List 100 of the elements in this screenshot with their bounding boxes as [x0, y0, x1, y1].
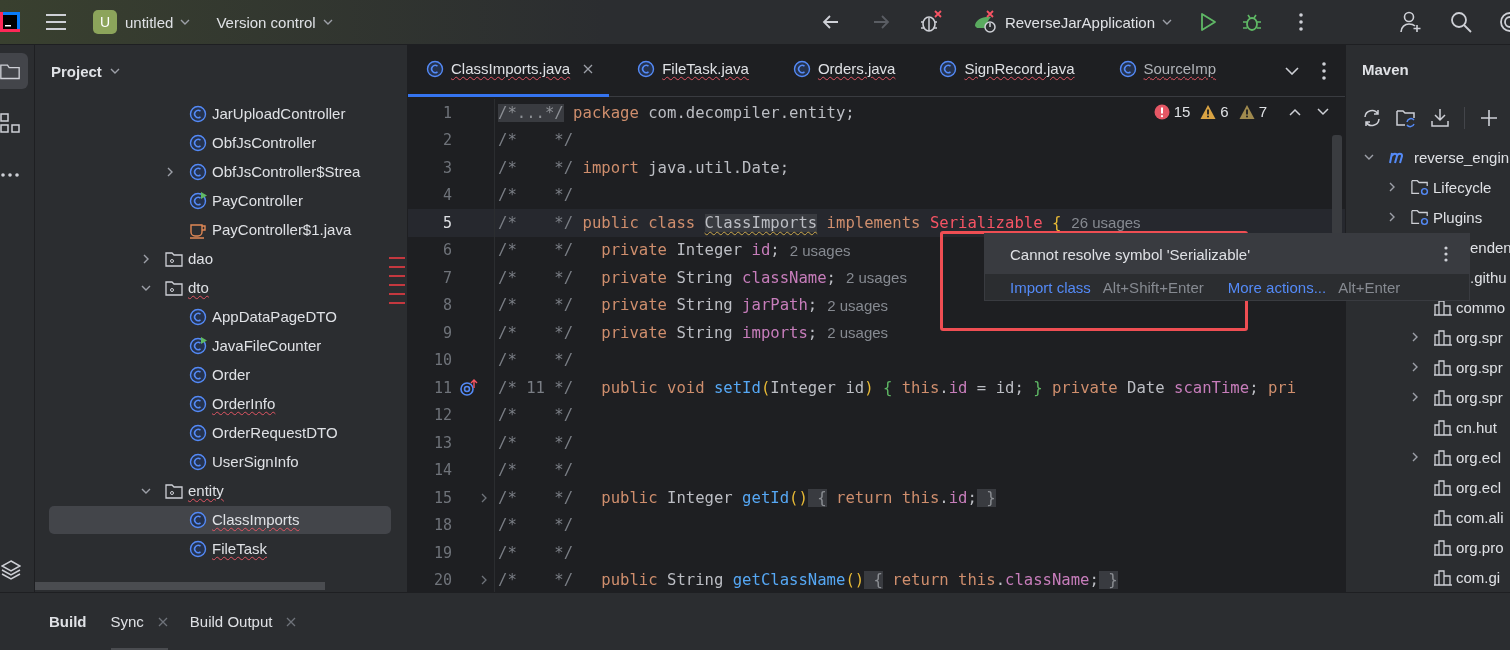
chevron-icon[interactable]	[1387, 212, 1397, 222]
run-icon[interactable]	[1198, 12, 1218, 32]
maven-tree-item[interactable]: org.ecl	[1456, 448, 1502, 466]
tree-item-label[interactable]: dto	[188, 275, 209, 301]
tree-item-label[interactable]: Order	[212, 362, 251, 388]
tree-row[interactable]: ObfJsController$Strea	[49, 158, 391, 186]
scrollbar[interactable]	[1332, 135, 1342, 235]
bottom-tab[interactable]: Build Output	[189, 592, 297, 650]
version-control-dropdown[interactable]: Version control	[212, 13, 337, 31]
tree-row[interactable]: entity	[49, 477, 391, 505]
more-icon[interactable]	[1321, 60, 1327, 81]
tree-item-label[interactable]: FileTask	[212, 536, 267, 562]
tree-item-label[interactable]: AppDataPageDTO	[212, 304, 337, 330]
tree-item-label[interactable]: PayController$1.java	[212, 217, 352, 243]
tree-item-label[interactable]: ObfJsController	[212, 130, 317, 156]
tree-item-label[interactable]: ClassImports	[212, 507, 300, 533]
layers-icon[interactable]	[1, 560, 21, 580]
maven-tree-item[interactable]: reverse_engin	[1414, 148, 1510, 166]
next-problem-icon[interactable]	[1317, 107, 1329, 116]
chevron-icon[interactable]	[141, 254, 151, 264]
chevron-icon[interactable]	[1410, 332, 1420, 342]
app-logo-icon[interactable]	[0, 12, 20, 32]
tree-item-label[interactable]: UserSignInfo	[212, 449, 299, 475]
maven-tree-item[interactable]: org.pro	[1456, 538, 1504, 556]
override-icon[interactable]	[460, 378, 478, 397]
tree-row[interactable]: FileTask	[49, 535, 391, 563]
tree-item-label[interactable]: OrderInfo	[212, 391, 276, 417]
chevron-icon[interactable]	[1410, 392, 1420, 402]
tree-item-label[interactable]: OrderRequestDTO	[212, 420, 338, 446]
maven-tree-item[interactable]: com.gi	[1456, 568, 1501, 586]
tree-item-label[interactable]: JavaFileCounter	[212, 333, 322, 359]
maven-tree-item[interactable]: org.ecl	[1456, 478, 1502, 496]
tree-row[interactable]: dto	[49, 274, 391, 302]
action-link[interactable]: More actions...	[1227, 278, 1327, 296]
more-icon[interactable]	[1443, 245, 1449, 263]
chevron-icon[interactable]	[1410, 452, 1420, 462]
maven-tree-item[interactable]: org.spr	[1456, 388, 1503, 406]
maven-tree-item[interactable]: org.spr	[1456, 358, 1503, 376]
maven-tree-item[interactable]: commo	[1456, 298, 1506, 316]
maven-tree-item[interactable]: org.spr	[1456, 328, 1503, 346]
maven-tree-item[interactable]: Lifecycle	[1433, 178, 1492, 196]
run-configuration-dropdown[interactable]: ReverseJarApplication	[1000, 13, 1176, 31]
project-switcher[interactable]: untitled	[121, 13, 195, 31]
chevron-icon[interactable]	[165, 167, 175, 177]
editor-tab[interactable]: ClassImports.java	[408, 44, 610, 97]
editor-tab[interactable]: FileTask.java	[619, 44, 765, 97]
chevron-icon[interactable]	[1387, 182, 1397, 192]
tree-row[interactable]: OrderRequestDTO	[49, 419, 391, 447]
warning-count[interactable]: 6	[1220, 103, 1229, 120]
add-user-icon[interactable]	[1400, 11, 1422, 33]
fold-chevron-icon[interactable]	[480, 575, 488, 586]
tab-list-chevron-icon[interactable]	[1285, 66, 1299, 75]
maven-tree-item[interactable]: cn.hut	[1456, 418, 1497, 436]
tree-item-label[interactable]: JarUploadController	[212, 101, 346, 127]
project-tool-button[interactable]	[0, 53, 28, 89]
tree-row[interactable]: AppDataPageDTO	[49, 303, 391, 331]
settings-icon[interactable]	[1498, 11, 1510, 33]
tree-item-label[interactable]: dao	[188, 246, 214, 272]
more-icon[interactable]	[1298, 12, 1304, 32]
close-icon[interactable]	[286, 616, 297, 627]
editor-tab[interactable]: SignRecord.java	[921, 44, 1091, 97]
tree-row[interactable]: OrderInfo	[49, 390, 391, 418]
editor-tab[interactable]: Orders.java	[774, 44, 912, 97]
chevron-icon[interactable]	[141, 283, 151, 293]
debug-icon[interactable]	[1242, 12, 1262, 32]
error-count[interactable]: 15	[1173, 103, 1191, 120]
tree-row[interactable]: dao	[49, 245, 391, 273]
project-view-dropdown[interactable]: Project	[45, 61, 126, 81]
bottom-tab[interactable]: Sync	[110, 592, 168, 650]
editor-tab[interactable]: SourceImp	[1100, 44, 1233, 97]
tree-item-label[interactable]: ObfJsController$Strea	[212, 159, 361, 185]
tree-row[interactable]: ObfJsController	[49, 129, 391, 157]
reload-icon[interactable]	[1362, 108, 1382, 129]
tree-item-label[interactable]: entity	[188, 478, 224, 504]
tree-row[interactable]: ClassImports	[49, 506, 391, 534]
bug-cross-icon[interactable]	[918, 10, 943, 34]
weak-warning-count[interactable]: 7	[1258, 103, 1267, 120]
tree-row[interactable]: PayController	[49, 187, 391, 215]
maven-tree-item[interactable]: Plugins	[1433, 208, 1483, 226]
add-icon[interactable]	[1479, 108, 1499, 129]
tree-item-label[interactable]: PayController	[212, 188, 303, 214]
scrollbar[interactable]	[35, 582, 325, 590]
action-link[interactable]: Import class	[1010, 278, 1091, 296]
search-icon[interactable]	[1450, 11, 1472, 33]
download-icon[interactable]	[1430, 108, 1450, 129]
tree-row[interactable]: Order	[49, 361, 391, 389]
maven-tree-item[interactable]: .githu	[1470, 268, 1507, 286]
chevron-icon[interactable]	[1364, 152, 1374, 162]
folder-reload-icon[interactable]	[1396, 108, 1416, 129]
tree-row[interactable]: PayController$1.java	[49, 216, 391, 244]
close-icon[interactable]	[583, 64, 594, 74]
menu-icon[interactable]	[45, 13, 67, 31]
fold-chevron-icon[interactable]	[480, 492, 488, 503]
chevron-icon[interactable]	[141, 486, 151, 496]
previous-problem-icon[interactable]	[1289, 107, 1301, 116]
maven-tree-item[interactable]: enden	[1470, 238, 1510, 256]
tree-row[interactable]: JavaFileCounter	[49, 332, 391, 360]
close-icon[interactable]	[157, 616, 168, 627]
maven-tree-item[interactable]: com.ali	[1456, 508, 1504, 526]
chevron-icon[interactable]	[1410, 362, 1420, 372]
